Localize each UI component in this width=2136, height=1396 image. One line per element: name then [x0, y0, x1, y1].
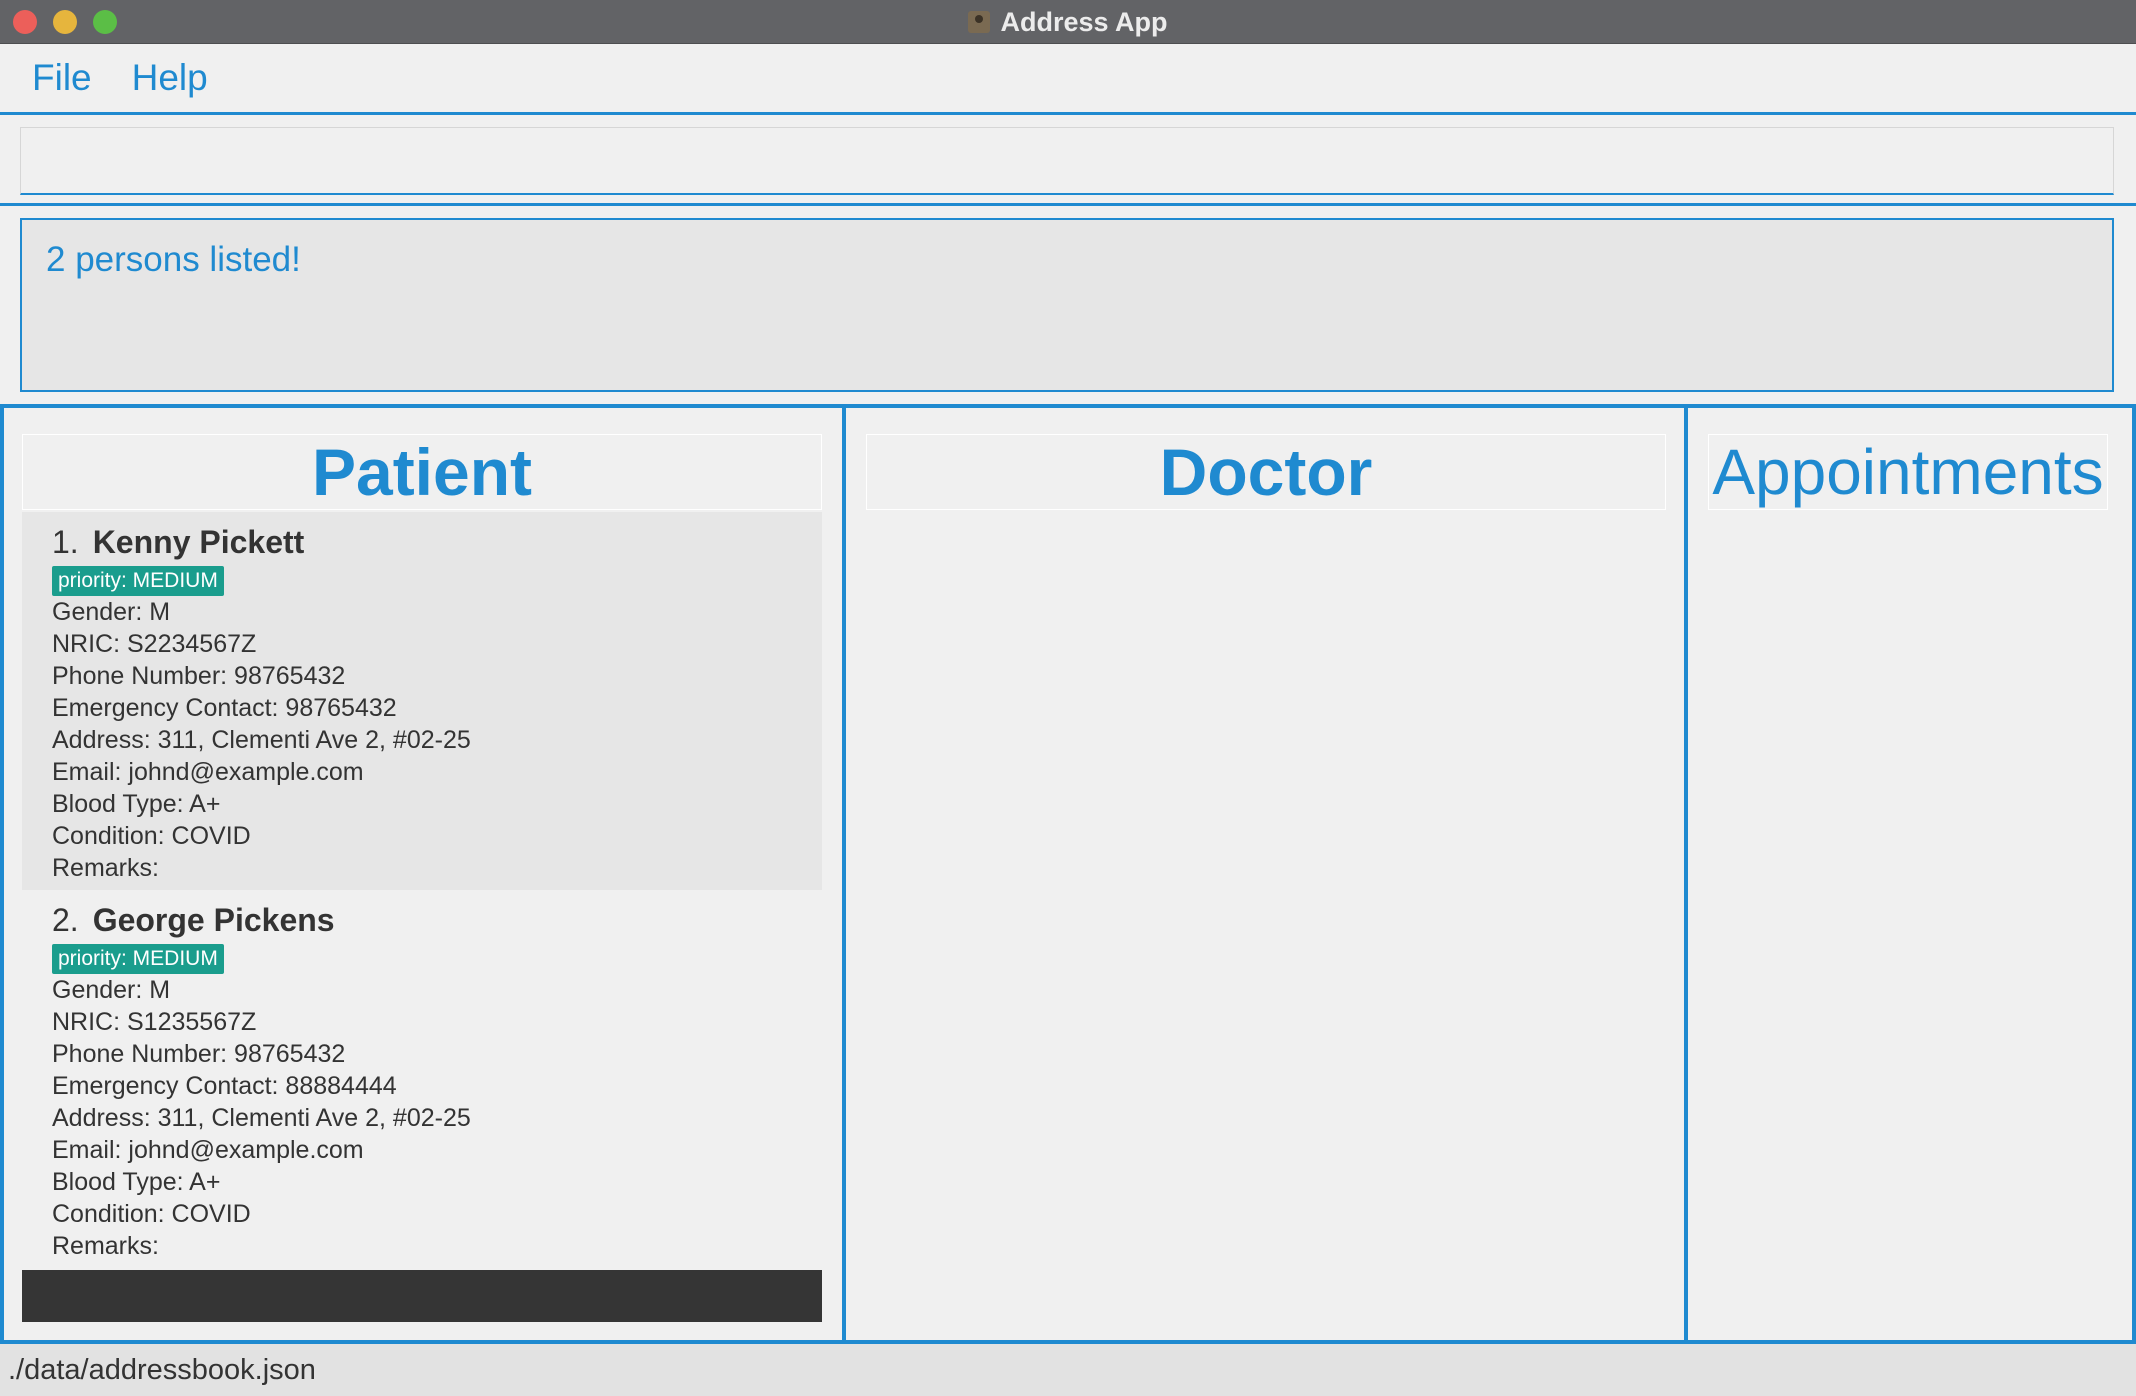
appointments-header: Appointments	[1708, 434, 2108, 510]
result-display-panel: 2 persons listed!	[0, 206, 2136, 406]
window-title: Address App	[1000, 6, 1168, 37]
status-bar: ./data/addressbook.json	[0, 1344, 2136, 1396]
patient-emergency-contact: Emergency Contact: 88884444	[52, 1072, 397, 1100]
patient-name: Kenny Pickett	[92, 523, 305, 560]
patient-index: 1.	[52, 523, 79, 560]
doctor-column: Doctor	[842, 408, 1688, 1340]
patient-name: George Pickens	[92, 901, 335, 938]
window-title-group: Address App	[0, 0, 2136, 44]
patient-email: Email: johnd@example.com	[52, 1136, 364, 1164]
patient-column: Patient 1. Kenny Pickett priority: MEDIU…	[0, 408, 846, 1340]
patient-emergency-contact: Emergency Contact: 98765432	[52, 694, 397, 722]
command-box-panel	[0, 112, 2136, 206]
patient-nric: NRIC: S1235567Z	[52, 1008, 257, 1036]
menu-help[interactable]: Help	[132, 57, 208, 99]
patient-blood-type: Blood Type: A+	[52, 790, 221, 818]
priority-tag: priority: MEDIUM	[52, 944, 224, 974]
patient-phone: Phone Number: 98765432	[52, 662, 346, 690]
patient-condition: Condition: COVID	[52, 822, 251, 850]
patient-card[interactable]: 2. George Pickens priority: MEDIUM Gende…	[22, 890, 822, 1268]
result-display: 2 persons listed!	[20, 218, 2114, 392]
result-message: 2 persons listed!	[46, 240, 301, 279]
title-bar: Address App	[0, 0, 2136, 44]
menu-file[interactable]: File	[32, 57, 92, 99]
horizontal-scrollbar[interactable]	[22, 1270, 822, 1322]
patient-address: Address: 311, Clementi Ave 2, #02-25	[52, 1104, 471, 1132]
patient-header: Patient	[22, 434, 822, 510]
menu-bar: File Help	[0, 44, 2136, 112]
patient-gender: Gender: M	[52, 598, 171, 626]
doctor-header: Doctor	[866, 434, 1666, 510]
patient-index: 2.	[52, 901, 79, 938]
main-panel: Patient 1. Kenny Pickett priority: MEDIU…	[0, 404, 2136, 1344]
command-input[interactable]	[20, 127, 2114, 195]
patient-condition: Condition: COVID	[52, 1200, 251, 1228]
appointments-column: Appointments	[1684, 408, 2136, 1340]
patient-nric: NRIC: S2234567Z	[52, 630, 257, 658]
patient-blood-type: Blood Type: A+	[52, 1168, 221, 1196]
save-location-path: ./data/addressbook.json	[8, 1353, 316, 1386]
patient-email: Email: johnd@example.com	[52, 758, 364, 786]
patient-name-row: 2. George Pickens	[52, 900, 822, 940]
patient-gender: Gender: M	[52, 976, 171, 1004]
patient-remarks: Remarks:	[52, 854, 159, 882]
patient-remarks: Remarks:	[52, 1232, 159, 1260]
address-book-icon	[968, 11, 991, 33]
priority-tag: priority: MEDIUM	[52, 566, 224, 596]
patient-name-row: 1. Kenny Pickett	[52, 522, 822, 562]
patient-phone: Phone Number: 98765432	[52, 1040, 346, 1068]
patient-address: Address: 311, Clementi Ave 2, #02-25	[52, 726, 471, 754]
patient-card[interactable]: 1. Kenny Pickett priority: MEDIUM Gender…	[22, 512, 822, 890]
